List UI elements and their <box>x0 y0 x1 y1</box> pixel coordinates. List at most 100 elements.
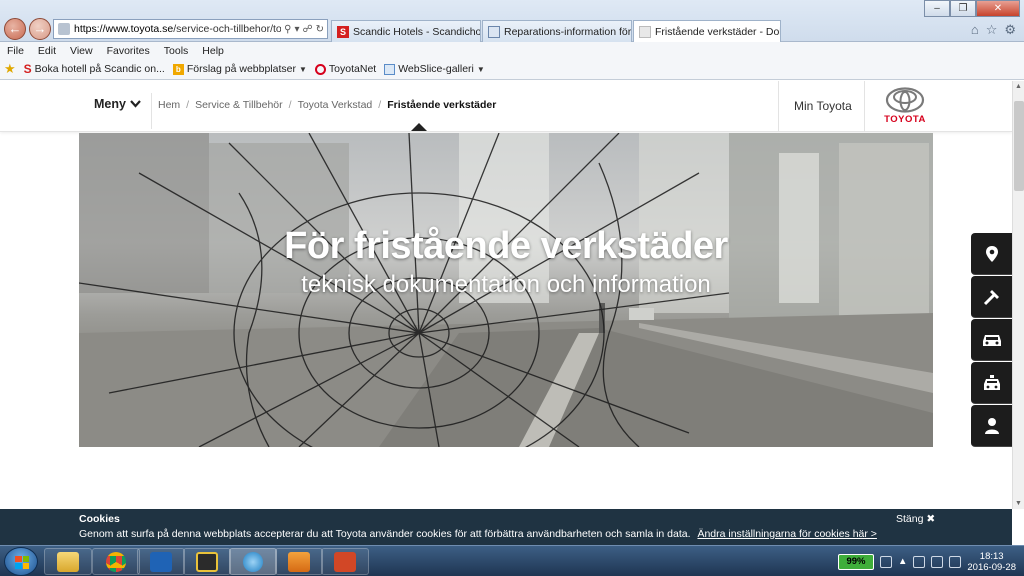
dropdown-icon[interactable]: ▾ <box>294 24 299 35</box>
windows-logo-icon <box>15 556 29 569</box>
taskbar-internet-explorer[interactable] <box>229 548 277 575</box>
tray-network-icon[interactable] <box>913 555 926 568</box>
breadcrumb-home[interactable]: Hem <box>158 99 180 111</box>
address-text[interactable]: https://www.toyota.se/service-och-tillbe… <box>74 23 281 35</box>
chrome-icon <box>106 551 126 572</box>
scandic-favicon-icon: S <box>337 25 349 38</box>
favorites-star-icon[interactable]: ☆ <box>986 22 998 38</box>
cars-button[interactable] <box>971 319 1012 361</box>
taskbar-media-player[interactable] <box>275 548 323 575</box>
settings-gear-icon[interactable]: ⚙ <box>1004 22 1016 38</box>
webslice-icon <box>384 63 396 75</box>
battery-indicator[interactable]: 99% <box>837 553 874 570</box>
favorite-scandic[interactable]: S Boka hotell på Scandic on... <box>24 62 165 76</box>
tray-signal-icon[interactable] <box>949 555 962 568</box>
maximize-button[interactable]: ❐ <box>950 0 976 17</box>
tab-scandic[interactable]: S Scandic Hotels - Scandichotels... <box>331 20 481 42</box>
page-favicon-icon <box>639 26 651 38</box>
hammer-icon <box>983 289 999 305</box>
car-icon <box>982 334 1001 346</box>
outlook-icon <box>150 551 172 572</box>
toyota-logo-text: TOYOTA <box>884 114 926 125</box>
menu-edit[interactable]: Edit <box>38 45 56 57</box>
search-icon[interactable]: ⚲ <box>284 24 291 35</box>
service-booking-button[interactable] <box>971 276 1012 318</box>
taskbar-outlook[interactable] <box>137 548 185 575</box>
clock-date: 2016-09-28 <box>967 561 1016 573</box>
breadcrumb-separator: / <box>186 99 190 111</box>
cookie-close-button[interactable]: Stäng ✖ <box>896 513 935 525</box>
hero-banner: För fristående verkstäder teknisk dokume… <box>79 133 933 447</box>
close-window-button[interactable]: ✕ <box>976 0 1020 17</box>
favorite-label: Förslag på webbplatser <box>186 63 296 75</box>
test-drive-button[interactable] <box>971 362 1012 404</box>
scroll-up-icon[interactable]: ▲ <box>1015 83 1022 90</box>
windows-taskbar: 99% ▲ 18:13 2016-09-28 <box>0 545 1024 576</box>
home-icon[interactable]: ⌂ <box>971 22 979 38</box>
hero-subtitle: teknisk dokumentation och information <box>301 271 711 298</box>
cookie-message: Genom att surfa på denna webbplats accep… <box>79 528 691 540</box>
taskbar-powerpoint[interactable] <box>321 548 369 575</box>
menu-button[interactable]: Meny <box>94 97 141 111</box>
taskbar-explorer[interactable] <box>44 548 92 575</box>
forward-button[interactable]: → <box>29 18 51 40</box>
hero-title: För fristående verkstäder <box>284 225 728 267</box>
menu-tools[interactable]: Tools <box>164 45 189 57</box>
header-divider <box>778 81 779 132</box>
favorites-add-icon[interactable]: ★ <box>4 61 16 77</box>
find-dealer-button[interactable] <box>971 233 1012 275</box>
minimize-button[interactable]: – <box>924 0 950 17</box>
toyota-emblem-icon <box>885 87 925 113</box>
chevron-down-icon: ▼ <box>299 64 307 74</box>
app-icon <box>196 551 218 572</box>
scrollbar-thumb[interactable] <box>1014 101 1024 191</box>
taxi-icon <box>983 374 1000 390</box>
min-toyota-link[interactable]: Min Toyota <box>794 99 852 113</box>
taskbar-app[interactable] <box>183 548 231 575</box>
toyota-logo[interactable]: TOYOTA <box>880 87 930 125</box>
lock-icon[interactable]: ☍ <box>302 24 312 35</box>
favorites-bar: ★ S Boka hotell på Scandic on... b Försl… <box>0 59 1024 80</box>
breadcrumb-current: Fristående verkstäder <box>387 99 497 111</box>
menu-view[interactable]: View <box>70 45 93 57</box>
refresh-icon[interactable]: ↻ <box>316 24 324 35</box>
active-breadcrumb-indicator <box>411 123 427 131</box>
taskbar-chrome[interactable] <box>92 548 140 575</box>
breadcrumb-service[interactable]: Service & Tillbehör <box>195 99 283 111</box>
address-bar[interactable]: https://www.toyota.se/service-och-tillbe… <box>53 19 328 39</box>
favorite-suggested-sites[interactable]: b Förslag på webbplatser ▼ <box>172 63 307 75</box>
tab-reparations[interactable]: Reparations-information för all... <box>482 20 632 42</box>
contact-button[interactable] <box>971 405 1012 447</box>
map-pin-icon <box>985 245 998 262</box>
cookie-settings-link[interactable]: Ändra inställningarna för cookies här > <box>697 528 876 540</box>
tab-label: Scandic Hotels - Scandichotels... <box>353 25 481 38</box>
web-page: Meny Hem / Service & Tillbehör / Toyota … <box>0 81 1012 509</box>
browser-titlebar: ← → https://www.toyota.se/service-och-ti… <box>0 0 1024 43</box>
toyota-icon <box>314 63 326 75</box>
address-domain: https://www.toyota.se <box>74 23 174 35</box>
window-controls: – ❐ ✕ <box>924 0 1020 17</box>
header-divider <box>864 81 865 132</box>
tab-label: Fristående verkstäder - Dok... <box>655 26 781 38</box>
scroll-down-icon[interactable]: ▼ <box>1015 500 1022 507</box>
menu-file[interactable]: File <box>7 45 24 57</box>
menu-favorites[interactable]: Favorites <box>107 45 150 57</box>
page-scrollbar[interactable]: ▲ ▼ <box>1012 81 1024 509</box>
site-header: Meny Hem / Service & Tillbehör / Toyota … <box>0 81 1012 132</box>
tab-fristaende[interactable]: Fristående verkstäder - Dok... ✕ <box>633 20 781 43</box>
menu-label: Meny <box>94 97 126 111</box>
cookie-title: Cookies <box>79 513 120 525</box>
tray-app-icon[interactable] <box>879 555 892 568</box>
breadcrumb-separator: / <box>288 99 292 111</box>
breadcrumb-verkstad[interactable]: Toyota Verkstad <box>298 99 373 111</box>
tray-volume-icon[interactable] <box>931 555 944 568</box>
folder-icon <box>57 551 79 572</box>
menu-help[interactable]: Help <box>202 45 224 57</box>
back-button[interactable]: ← <box>4 18 26 40</box>
start-button[interactable] <box>4 547 38 576</box>
favorite-webslice[interactable]: WebSlice-galleri ▼ <box>384 63 485 75</box>
favorite-toyotanet[interactable]: ToyotaNet <box>314 63 376 75</box>
show-hidden-icons-icon[interactable]: ▲ <box>898 556 907 567</box>
chevron-down-icon <box>130 100 141 108</box>
clock[interactable]: 18:13 2016-09-28 <box>967 551 1016 573</box>
